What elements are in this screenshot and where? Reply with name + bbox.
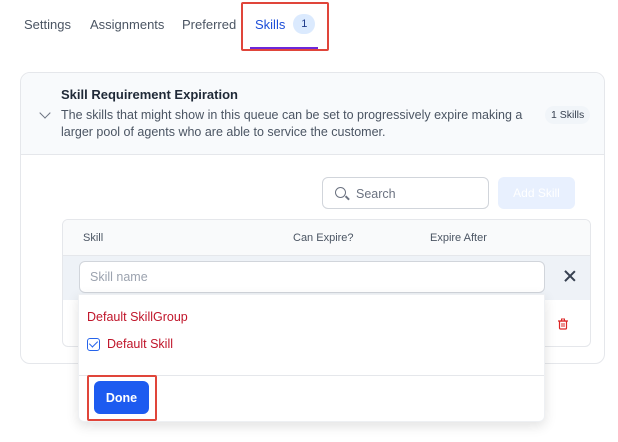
skill-name-input[interactable] bbox=[79, 261, 545, 293]
skill-option-default[interactable]: Default Skill bbox=[87, 337, 173, 351]
close-icon[interactable] bbox=[563, 269, 577, 283]
skills-count-badge: 1 Skills bbox=[545, 106, 591, 124]
trash-icon[interactable] bbox=[557, 317, 569, 335]
highlight-box-done-button bbox=[87, 375, 157, 421]
column-header-expire-after: Expire After bbox=[430, 232, 487, 244]
section-header[interactable]: Skill Requirement Expiration The skills … bbox=[21, 73, 604, 155]
tab-assignments[interactable]: Assignments bbox=[90, 17, 164, 32]
chevron-down-icon[interactable] bbox=[39, 107, 51, 119]
table-header: Skill Can Expire? Expire After bbox=[63, 220, 590, 256]
section-description: The skills that might show in this queue… bbox=[61, 108, 523, 139]
search-input[interactable] bbox=[356, 184, 481, 204]
section-title: Skill Requirement Expiration bbox=[61, 87, 238, 102]
highlight-box-skills-tab bbox=[241, 2, 329, 51]
skill-option-label: Default Skill bbox=[107, 337, 173, 351]
add-skill-button[interactable]: Add Skill bbox=[498, 177, 575, 209]
skill-group-label: Default SkillGroup bbox=[87, 310, 188, 324]
search-icon bbox=[335, 187, 346, 198]
column-header-can-expire: Can Expire? bbox=[293, 232, 354, 244]
tab-preferred[interactable]: Preferred bbox=[182, 17, 236, 32]
tab-settings[interactable]: Settings bbox=[24, 17, 71, 32]
search-box[interactable] bbox=[322, 177, 489, 209]
tab-bar: Settings Assignments Preferred Skills 1 bbox=[0, 0, 618, 52]
column-header-skill: Skill bbox=[83, 232, 104, 244]
checkbox-checked-icon[interactable] bbox=[87, 337, 100, 351]
